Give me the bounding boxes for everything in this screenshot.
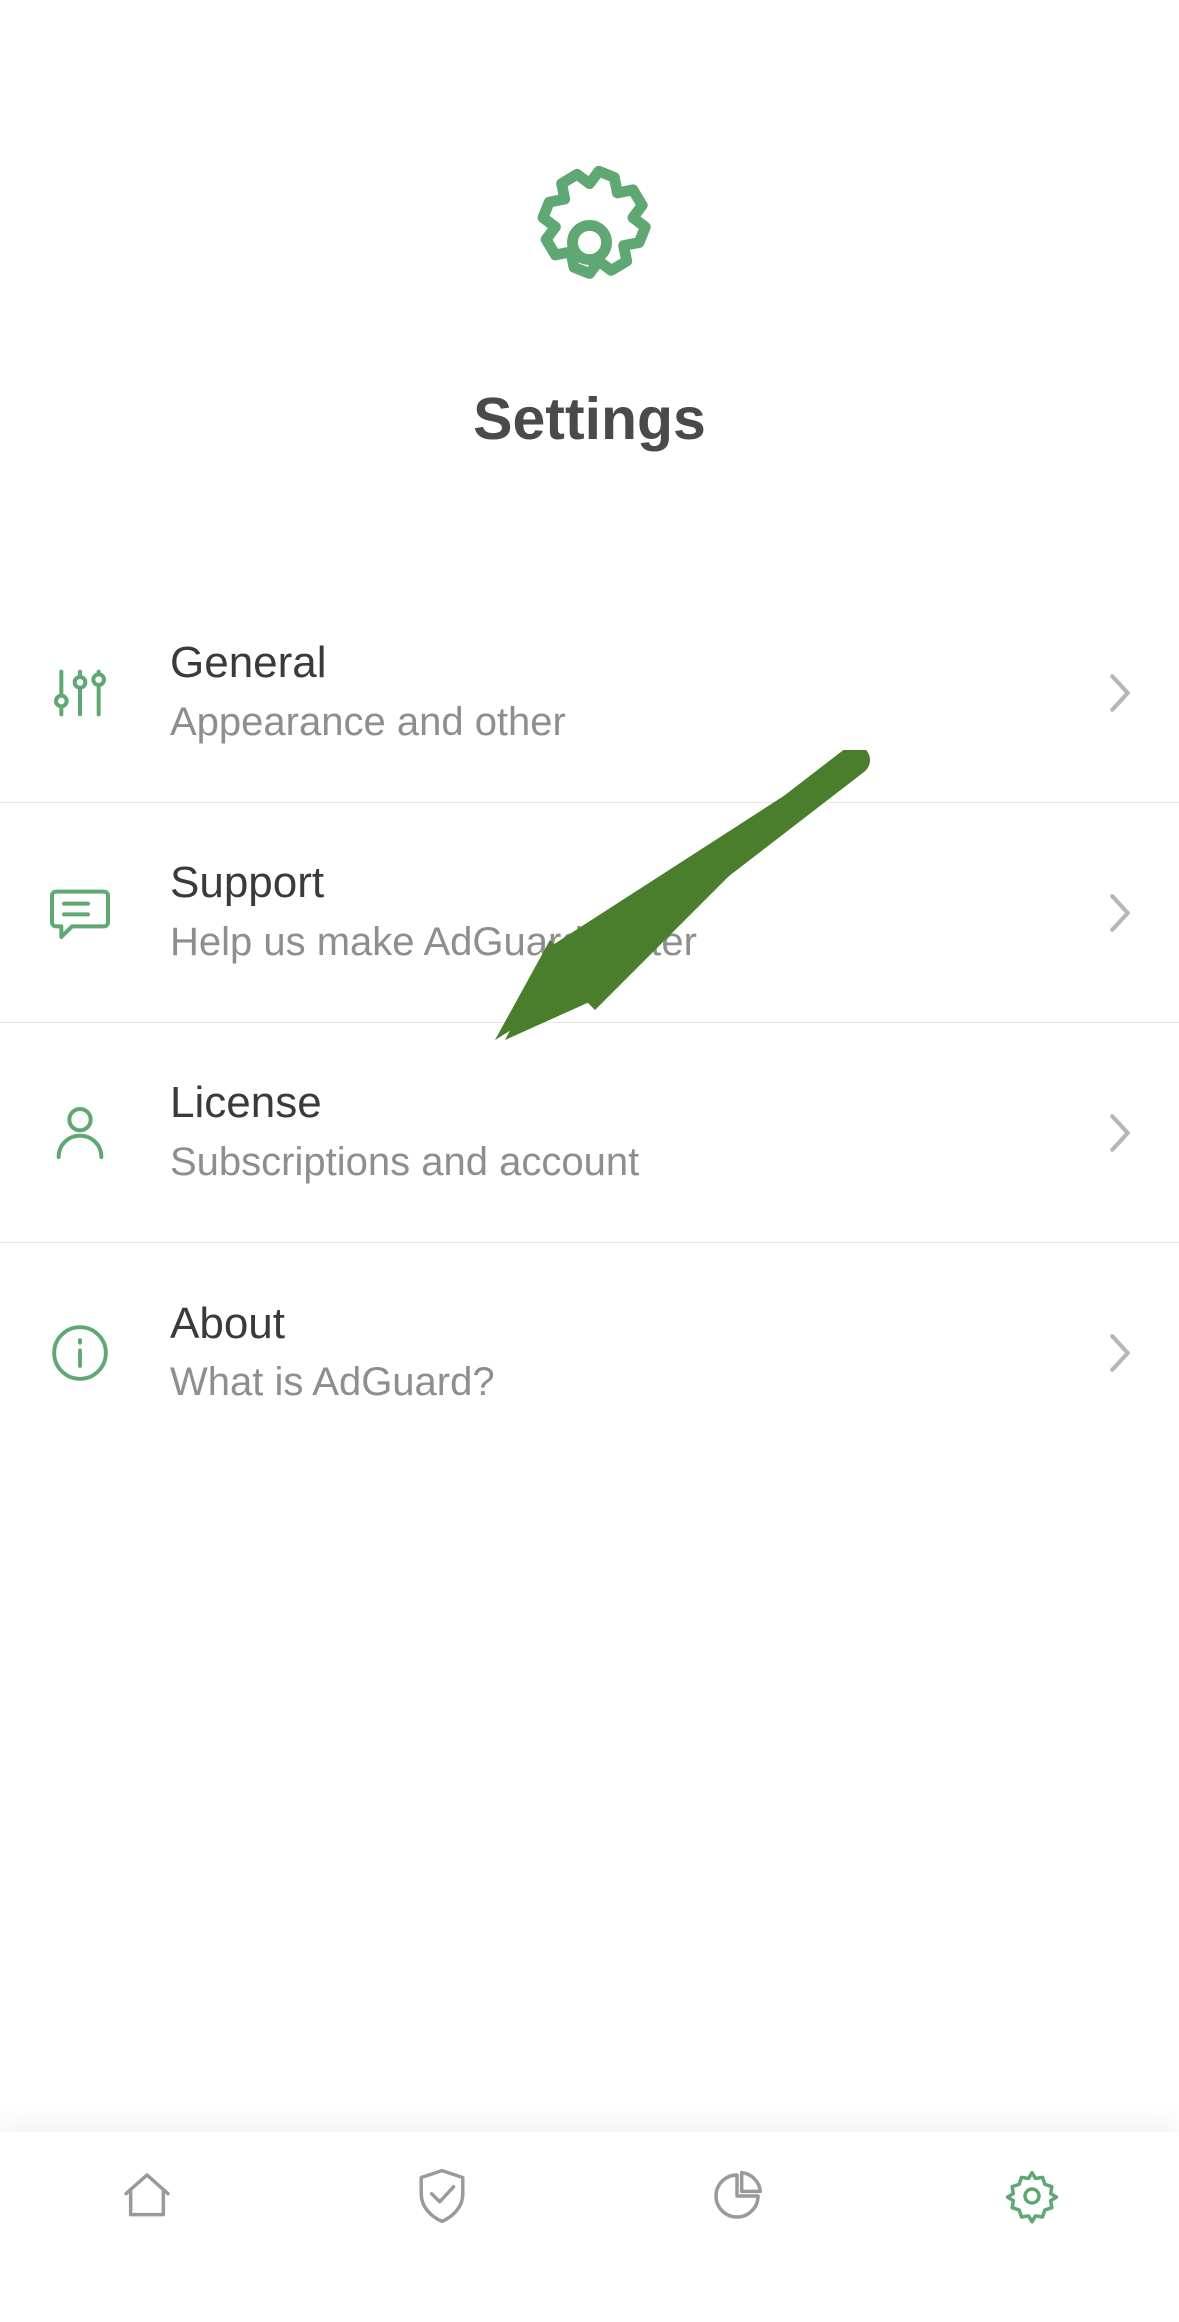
gear-icon	[512, 165, 667, 325]
tab-bar	[0, 2132, 1179, 2322]
row-text: License Subscriptions and account	[170, 1078, 1091, 1187]
settings-item-subtitle: What is AdGuard?	[170, 1357, 1091, 1407]
gear-icon	[1004, 2168, 1060, 2229]
settings-item-subtitle: Subscriptions and account	[170, 1137, 1091, 1187]
settings-item-support[interactable]: Support Help us make AdGuard better	[0, 803, 1179, 1023]
settings-item-general[interactable]: General Appearance and other	[0, 583, 1179, 803]
settings-item-license[interactable]: License Subscriptions and account	[0, 1023, 1179, 1243]
tab-settings[interactable]	[1002, 2168, 1062, 2228]
settings-item-title: Support	[170, 858, 1091, 909]
row-text: General Appearance and other	[170, 638, 1091, 747]
chat-icon	[45, 878, 115, 948]
row-text: About What is AdGuard?	[170, 1299, 1091, 1408]
info-icon	[45, 1318, 115, 1388]
settings-item-title: About	[170, 1299, 1091, 1350]
page-title: Settings	[0, 385, 1179, 453]
user-icon	[45, 1098, 115, 1168]
settings-item-subtitle: Help us make AdGuard better	[170, 917, 1091, 967]
chevron-right-icon	[1091, 671, 1134, 715]
home-icon	[119, 2168, 175, 2229]
chevron-right-icon	[1091, 891, 1134, 935]
settings-item-subtitle: Appearance and other	[170, 697, 1091, 747]
settings-list: General Appearance and other Support Hel…	[0, 583, 1179, 1463]
row-text: Support Help us make AdGuard better	[170, 858, 1091, 967]
pie-chart-icon	[709, 2168, 765, 2229]
settings-header: Settings	[0, 0, 1179, 453]
shield-check-icon	[414, 2166, 470, 2231]
chevron-right-icon	[1091, 1111, 1134, 1155]
settings-item-title: General	[170, 638, 1091, 689]
tab-home[interactable]	[117, 2168, 177, 2228]
chevron-right-icon	[1091, 1331, 1134, 1375]
sliders-icon	[45, 658, 115, 728]
settings-item-title: License	[170, 1078, 1091, 1129]
tab-stats[interactable]	[707, 2168, 767, 2228]
tab-protection[interactable]	[412, 2168, 472, 2228]
settings-item-about[interactable]: About What is AdGuard?	[0, 1243, 1179, 1463]
